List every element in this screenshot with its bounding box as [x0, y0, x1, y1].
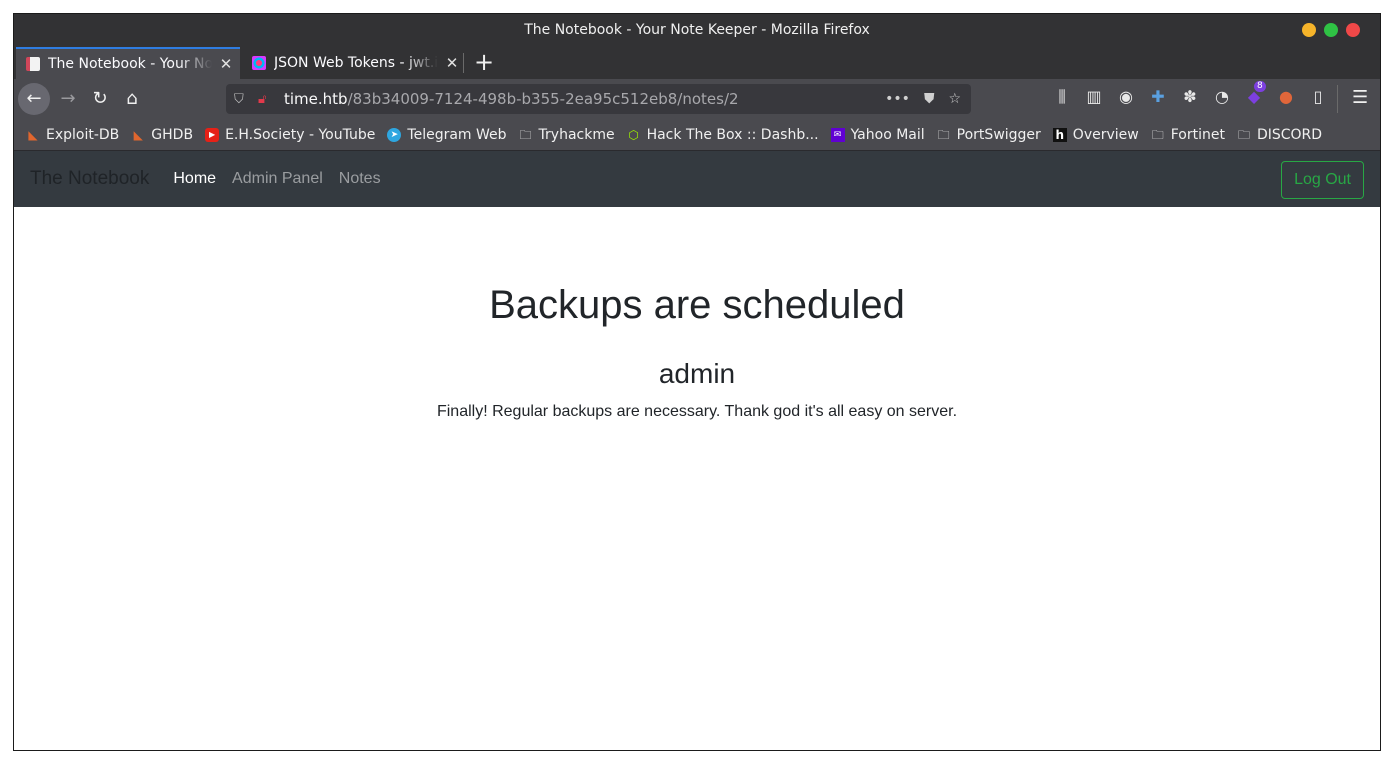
nav-admin-panel[interactable]: Admin Panel [232, 170, 323, 188]
bookmark-fortinet[interactable]: 🗀︎ Fortinet [1151, 127, 1225, 143]
youtube-icon: ▶ [205, 127, 220, 142]
tab-notebook[interactable]: The Notebook - Your Note Keeper ✕ [16, 47, 240, 79]
close-window-button[interactable] [1346, 23, 1360, 37]
bookmark-youtube[interactable]: ▶ E.H.Society - YouTube [205, 127, 375, 143]
url-path: /83b34009-7124-498b-b355-2ea95c512eb8/no… [347, 90, 739, 108]
logout-button[interactable]: Log Out [1281, 161, 1364, 199]
tracking-shield-icon[interactable]: ⛉ [234, 92, 248, 107]
bookmark-star-icon[interactable]: ☆ [948, 91, 961, 107]
note-content: Backups are scheduled admin Finally! Reg… [14, 281, 1380, 423]
window-title: The Notebook - Your Note Keeper - Mozill… [524, 22, 870, 38]
site-brand[interactable]: The Notebook [30, 168, 149, 190]
close-tab-icon[interactable]: ✕ [218, 55, 234, 73]
sidebar-icon[interactable]: ▥ [1084, 87, 1104, 107]
note-author: admin [658, 358, 736, 389]
maximize-button[interactable] [1324, 23, 1338, 37]
bookmark-ghdb[interactable]: ◣ GHDB [131, 127, 193, 143]
new-tab-button[interactable]: + [470, 49, 498, 77]
bookmarks-bar: ◣ Exploit-DB ◣ GHDB ▶ E.H.Society - YouTube… [14, 119, 1380, 151]
tab-label: JSON Web Tokens - jwt.io [274, 55, 438, 71]
url-host: time.htb [284, 90, 348, 108]
pocket-icon[interactable]: ⛊ [924, 91, 935, 107]
note-title: Backups are scheduled [489, 283, 905, 327]
account-icon[interactable]: ◉ [1116, 87, 1136, 107]
overview-icon: h [1052, 127, 1067, 142]
folder-icon: 🗀︎ [519, 127, 532, 142]
hackbar-icon[interactable]: ● [1276, 87, 1296, 107]
title-bar: The Notebook - Your Note Keeper - Mozill… [14, 14, 1380, 47]
home-button[interactable]: ⌂ [116, 83, 148, 115]
notebook-favicon-icon [26, 57, 40, 71]
bookmark-telegram[interactable]: ➤ Telegram Web [387, 127, 507, 143]
telegram-icon: ➤ [387, 127, 402, 142]
nav-notes[interactable]: Notes [339, 170, 381, 188]
minimize-button[interactable] [1302, 23, 1316, 37]
close-tab-icon[interactable]: ✕ [444, 54, 460, 72]
extension-badge-icon[interactable]: ◆ 8 [1244, 81, 1266, 107]
site-navbar: The Notebook Home Admin Panel Notes Log … [14, 151, 1380, 207]
htb-icon: ⬡ [628, 127, 639, 142]
nav-home[interactable]: Home [173, 170, 216, 188]
forward-button[interactable]: → [52, 83, 84, 115]
jwt-favicon-icon [252, 56, 266, 70]
browser-window: The Notebook - Your Note Keeper - Mozill… [13, 13, 1381, 751]
reload-button[interactable]: ↻ [84, 83, 116, 115]
ghost-extension-icon[interactable]: ▯ [1308, 87, 1328, 107]
menu-icon[interactable]: ☰ [1352, 87, 1368, 108]
library-icon[interactable]: ⫼ [1052, 87, 1072, 107]
insecure-lock-icon[interactable]: 🔓︎ [258, 92, 272, 107]
bookmark-hackthebox[interactable]: ⬡ Hack The Box :: Dashb... [627, 127, 818, 143]
toolbar-icons: ⫼ ▥ ◉ ✚ ✽ ◔ ◆ 8 ● ▯ [1052, 81, 1328, 107]
tab-strip: The Notebook - Your Note Keeper ✕ JSON W… [14, 47, 1380, 79]
navigation-toolbar: ← → ↻ ⌂ ⛉ 🔓︎ time.htb/83b34009-7124-498b… [14, 79, 1380, 119]
ghdb-icon: ◣ [133, 127, 143, 142]
cookie-icon[interactable]: ◔ [1212, 87, 1232, 107]
bookmark-exploitdb[interactable]: ◣ Exploit-DB [26, 127, 119, 143]
folder-icon: 🗀︎ [937, 127, 950, 142]
paw-extension-icon[interactable]: ✽ [1180, 87, 1200, 107]
bookmark-yahoo-mail[interactable]: ✉ Yahoo Mail [830, 127, 925, 143]
bookmark-overview[interactable]: h Overview [1052, 127, 1139, 143]
back-button[interactable]: ← [18, 83, 50, 115]
bookmark-tryhackme[interactable]: 🗀︎ Tryhackme [519, 127, 615, 143]
note-body: Finally! Regular backups are necessary. … [436, 403, 958, 420]
foxyproxy-icon[interactable]: ✚ [1148, 87, 1168, 107]
bookmark-discord[interactable]: 🗀︎ DISCORD [1237, 127, 1322, 143]
yahoo-mail-icon: ✉ [830, 127, 845, 142]
tab-jwt[interactable]: JSON Web Tokens - jwt.io ✕ [242, 47, 464, 79]
toolbar-separator [1337, 85, 1338, 113]
page-actions-icon[interactable]: ••• [885, 91, 910, 107]
folder-icon: 🗀︎ [1237, 127, 1250, 142]
url-bar[interactable]: ⛉ 🔓︎ time.htb/83b34009-7124-498b-b355-2e… [226, 84, 971, 114]
tab-separator [463, 53, 464, 73]
bookmark-portswigger[interactable]: 🗀︎ PortSwigger [937, 127, 1041, 143]
exploitdb-icon: ◣ [28, 127, 38, 142]
folder-icon: 🗀︎ [1151, 127, 1164, 142]
tab-label: The Notebook - Your Note Keeper [48, 56, 212, 72]
